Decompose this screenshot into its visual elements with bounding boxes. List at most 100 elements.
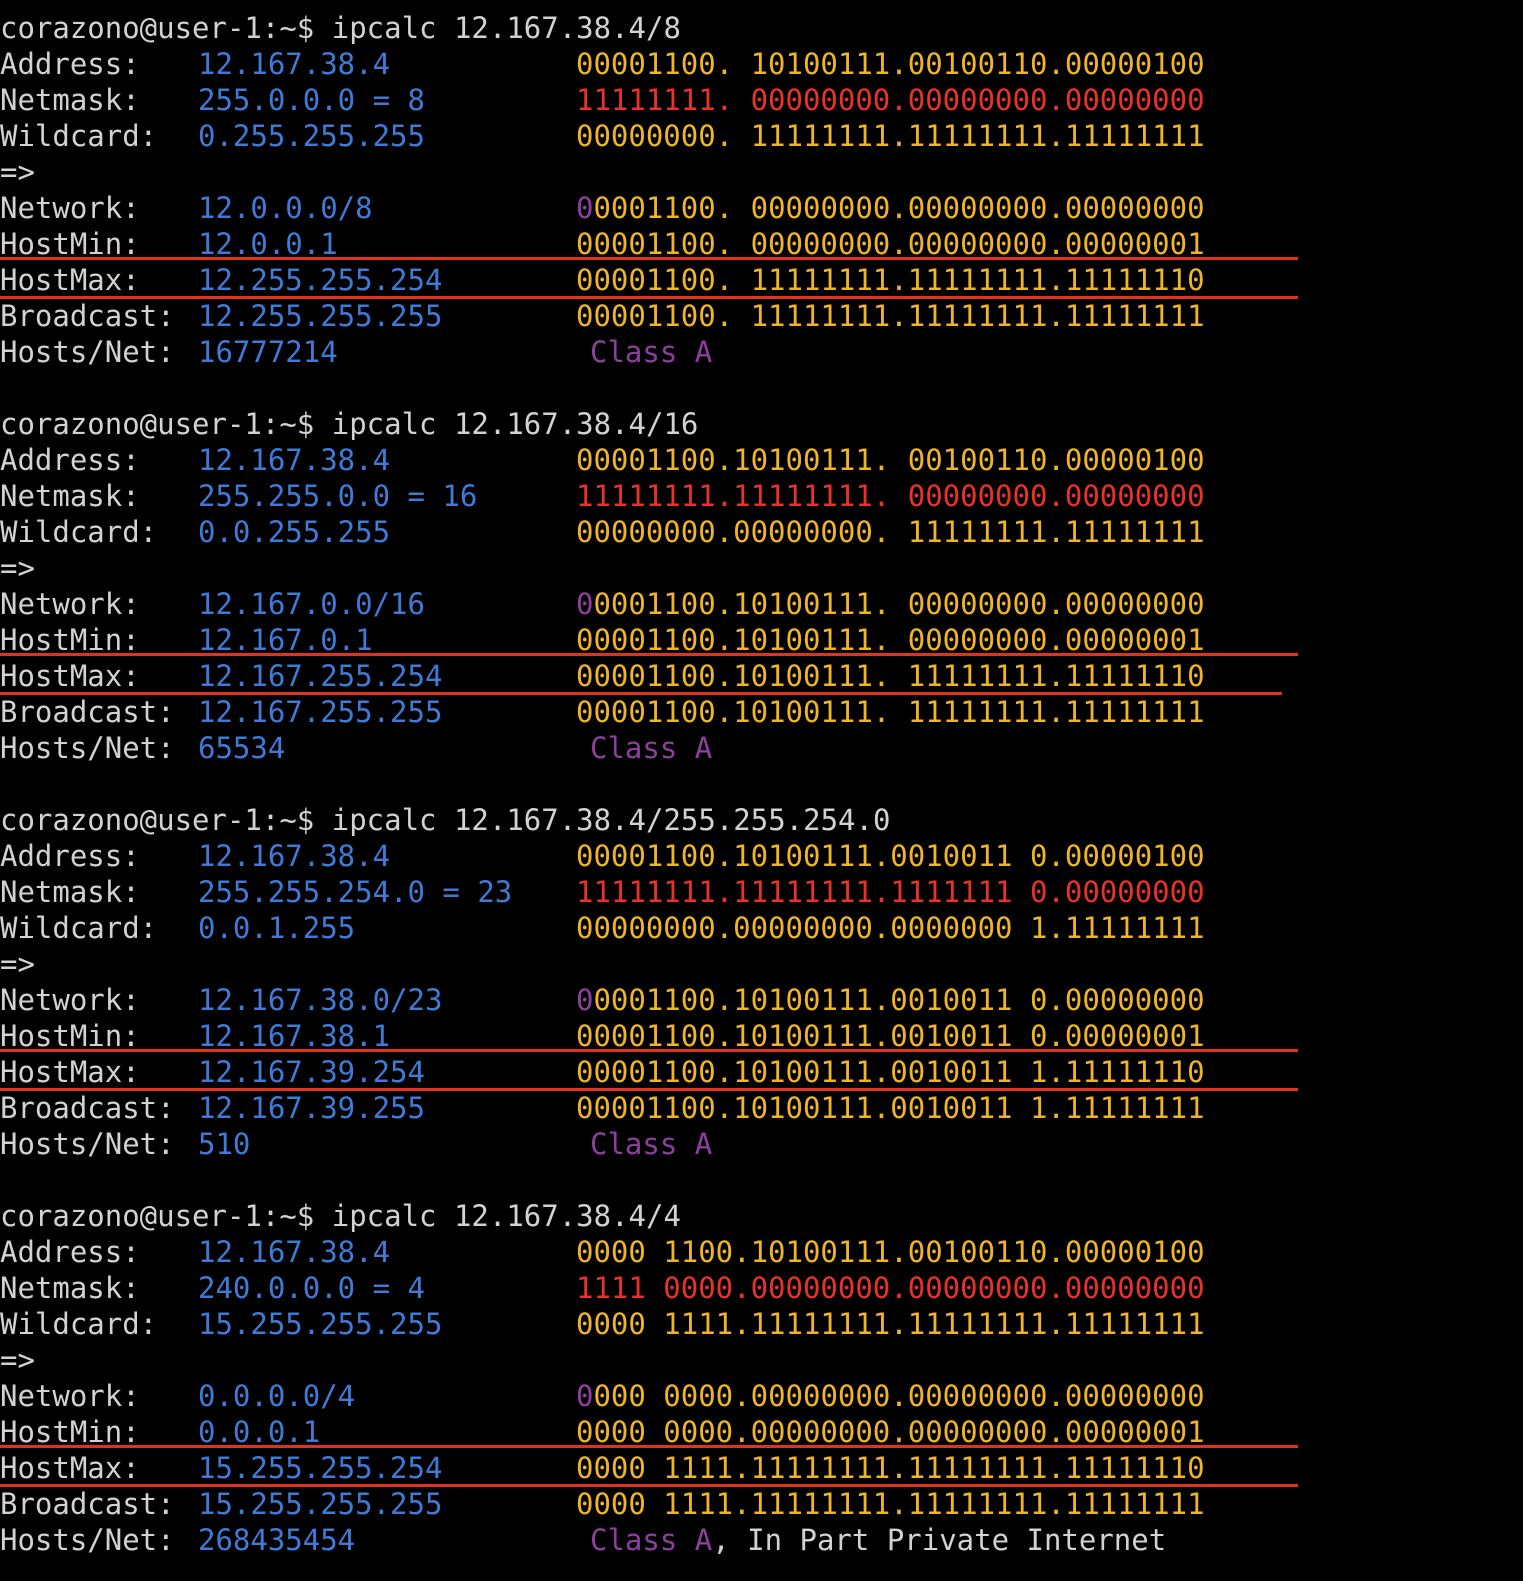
hostmax-highlight-top bbox=[0, 1049, 1298, 1052]
wildcard-binary: 0000 1111.11111111.11111111.11111111 bbox=[576, 1306, 1205, 1342]
network-label: Network: bbox=[0, 587, 140, 621]
binary-segment: 0 bbox=[576, 587, 594, 621]
wildcard-label: Wildcard: bbox=[0, 911, 158, 945]
netmask-row: Netmask: 255.255.254.0 = 23 11111111.11111… bbox=[0, 874, 1523, 910]
network-row: Network: 12.0.0.0/8 00001100. 00000000.000… bbox=[0, 190, 1523, 226]
hostmax-highlight-top bbox=[0, 1445, 1298, 1448]
netmask-label: Netmask: bbox=[0, 875, 140, 909]
netmask-binary: 11111111.11111111.1111111 0.00000000 bbox=[576, 874, 1205, 910]
command-prompt-line: corazono@user-1:~$ ipcalc 12.167.38.4/16 bbox=[0, 407, 699, 441]
binary-segment: 00001100.10100111. 00000000.00000001 bbox=[576, 623, 1205, 657]
binary-segment: 11111111. 00000000.00000000.00000000 bbox=[576, 83, 1205, 117]
netmask-value: 240.0.0.0 = 4 bbox=[198, 1271, 425, 1305]
binary-segment: 0 bbox=[576, 191, 594, 225]
binary-segment: 0001100. 00000000.00000000.00000000 bbox=[593, 191, 1205, 225]
network-binary: 00001100. 00000000.00000000.00000000 bbox=[576, 190, 1205, 226]
class-extra: , In Part Private Internet bbox=[712, 1523, 1167, 1557]
binary-segment: 00000000.00000000. 11111111.11111111 bbox=[576, 515, 1205, 549]
command-prompt-line: corazono@user-1:~$ ipcalc 12.167.38.4/8 bbox=[0, 11, 681, 45]
network-binary: 00001100.10100111.0010011 0.00000000 bbox=[576, 982, 1205, 1018]
network-binary: 00001100.10100111. 00000000.00000000 bbox=[576, 586, 1205, 622]
ipcalc-output-block: corazono@user-1:~$ ipcalc 12.167.38.4/4 A… bbox=[0, 1198, 1523, 1558]
network-label: Network: bbox=[0, 983, 140, 1017]
arrow-line: => bbox=[0, 551, 35, 585]
binary-segment: 0 bbox=[576, 983, 594, 1017]
address-value: 12.167.38.4 bbox=[198, 47, 391, 81]
broadcast-value: 12.255.255.255 bbox=[198, 299, 443, 333]
binary-segment: 0 bbox=[576, 1379, 594, 1413]
network-value: 12.167.38.0/23 bbox=[198, 983, 443, 1017]
hosts-row: Hosts/Net: 268435454 Class A, In Part Priv… bbox=[0, 1522, 1523, 1558]
binary-segment: 00001100. 11111111.11111111.11111111 bbox=[576, 299, 1205, 333]
binary-segment: 11111111.11111111.1111111 0.00000000 bbox=[576, 875, 1205, 909]
hosts-label: Hosts/Net: bbox=[0, 335, 175, 369]
network-label: Network: bbox=[0, 1379, 140, 1413]
hosts-value: 510 bbox=[198, 1127, 251, 1161]
wildcard-label: Wildcard: bbox=[0, 1307, 158, 1341]
address-row: Address: 12.167.38.4 00001100. 10100111.00… bbox=[0, 46, 1523, 82]
hostmax-row: HostMax: 15.255.255.254 0000 1111.11111111… bbox=[0, 1445, 1523, 1487]
hosts-label: Hosts/Net: bbox=[0, 731, 175, 765]
hostmax-binary: 00001100.10100111.0010011 1.11111110 bbox=[576, 1054, 1205, 1090]
address-value: 12.167.38.4 bbox=[198, 443, 391, 477]
binary-segment: 00001100.10100111. 00100110.00000100 bbox=[576, 443, 1205, 477]
binary-segment: 00001100. 11111111.11111111.11111110 bbox=[576, 263, 1205, 297]
hostmax-value: 15.255.255.254 bbox=[198, 1451, 443, 1485]
ipcalc-output-block: corazono@user-1:~$ ipcalc 12.167.38.4/8 A… bbox=[0, 10, 1523, 370]
wildcard-row: Wildcard: 15.255.255.255 0000 1111.1111111… bbox=[0, 1306, 1523, 1342]
wildcard-value: 0.0.255.255 bbox=[198, 515, 391, 549]
address-binary: 00001100.10100111.0010011 0.00000100 bbox=[576, 838, 1205, 874]
wildcard-binary: 00000000.00000000. 11111111.11111111 bbox=[576, 514, 1205, 550]
hostmax-label: HostMax: bbox=[0, 1055, 140, 1089]
address-value: 12.167.38.4 bbox=[198, 839, 391, 873]
terminal-window[interactable]: corazono@user-1:~$ ipcalc 12.167.38.4/8 A… bbox=[0, 10, 1523, 1558]
binary-segment: 11111111.11111111. 00000000.00000000 bbox=[576, 479, 1205, 513]
broadcast-row: Broadcast: 12.255.255.255 00001100. 111111… bbox=[0, 298, 1523, 334]
address-row: Address: 12.167.38.4 00001100.10100111. 00… bbox=[0, 442, 1523, 478]
arrow-line: => bbox=[0, 1343, 35, 1377]
broadcast-binary: 00001100.10100111. 11111111.11111111 bbox=[576, 694, 1205, 730]
command-prompt-line: corazono@user-1:~$ ipcalc 12.167.38.4/25… bbox=[0, 803, 891, 837]
class-info: Class A, In Part Private Internet bbox=[590, 1522, 1166, 1558]
address-binary: 00001100. 10100111.00100110.00000100 bbox=[576, 46, 1205, 82]
netmask-binary: 11111111. 00000000.00000000.00000000 bbox=[576, 82, 1205, 118]
broadcast-binary: 00001100. 11111111.11111111.11111111 bbox=[576, 298, 1205, 334]
hostmax-label: HostMax: bbox=[0, 659, 140, 693]
binary-segment: 0000 1100.10100111.00100110.00000100 bbox=[576, 1235, 1205, 1269]
binary-segment: 00001100. 10100111.00100110.00000100 bbox=[576, 47, 1205, 81]
broadcast-value: 15.255.255.255 bbox=[198, 1487, 443, 1521]
binary-segment: 1111 0000.00000000.00000000.00000000 bbox=[576, 1271, 1205, 1305]
hostmax-label: HostMax: bbox=[0, 1451, 140, 1485]
arrow-line: => bbox=[0, 155, 35, 189]
netmask-label: Netmask: bbox=[0, 83, 140, 117]
binary-segment: 000 0000.00000000.00000000.00000000 bbox=[593, 1379, 1205, 1413]
broadcast-binary: 00001100.10100111.0010011 1.11111111 bbox=[576, 1090, 1205, 1126]
class-info: Class A bbox=[590, 1126, 712, 1162]
binary-segment: 0000 1111.11111111.11111111.11111111 bbox=[576, 1307, 1205, 1341]
hostmax-binary: 0000 1111.11111111.11111111.11111110 bbox=[576, 1450, 1205, 1486]
network-value: 12.0.0.0/8 bbox=[198, 191, 373, 225]
binary-segment: 0001100.10100111.0010011 0.00000000 bbox=[593, 983, 1205, 1017]
binary-segment: 00000000. 11111111.11111111.11111111 bbox=[576, 119, 1205, 153]
address-value: 12.167.38.4 bbox=[198, 1235, 391, 1269]
broadcast-binary: 0000 1111.11111111.11111111.11111111 bbox=[576, 1486, 1205, 1522]
class-info: Class A bbox=[590, 334, 712, 370]
class-name: Class A bbox=[590, 335, 713, 369]
netmask-row: Netmask: 240.0.0.0 = 4 1111 0000.00000000.… bbox=[0, 1270, 1523, 1306]
netmask-row: Netmask: 255.0.0.0 = 8 11111111. 00000000.… bbox=[0, 82, 1523, 118]
address-label: Address: bbox=[0, 443, 140, 477]
wildcard-row: Wildcard: 0.255.255.255 00000000. 11111111… bbox=[0, 118, 1523, 154]
broadcast-label: Broadcast: bbox=[0, 1091, 175, 1125]
netmask-binary: 1111 0000.00000000.00000000.00000000 bbox=[576, 1270, 1205, 1306]
broadcast-value: 12.167.39.255 bbox=[198, 1091, 425, 1125]
wildcard-binary: 00000000. 11111111.11111111.11111111 bbox=[576, 118, 1205, 154]
wildcard-binary: 00000000.00000000.0000000 1.11111111 bbox=[576, 910, 1205, 946]
binary-segment: 00001100.10100111.0010011 1.11111111 bbox=[576, 1091, 1205, 1125]
hostmax-value: 12.167.39.254 bbox=[198, 1055, 425, 1089]
broadcast-row: Broadcast: 15.255.255.255 0000 1111.111111… bbox=[0, 1486, 1523, 1522]
netmask-value: 255.255.254.0 = 23 bbox=[198, 875, 513, 909]
address-row: Address: 12.167.38.4 00001100.10100111.001… bbox=[0, 838, 1523, 874]
